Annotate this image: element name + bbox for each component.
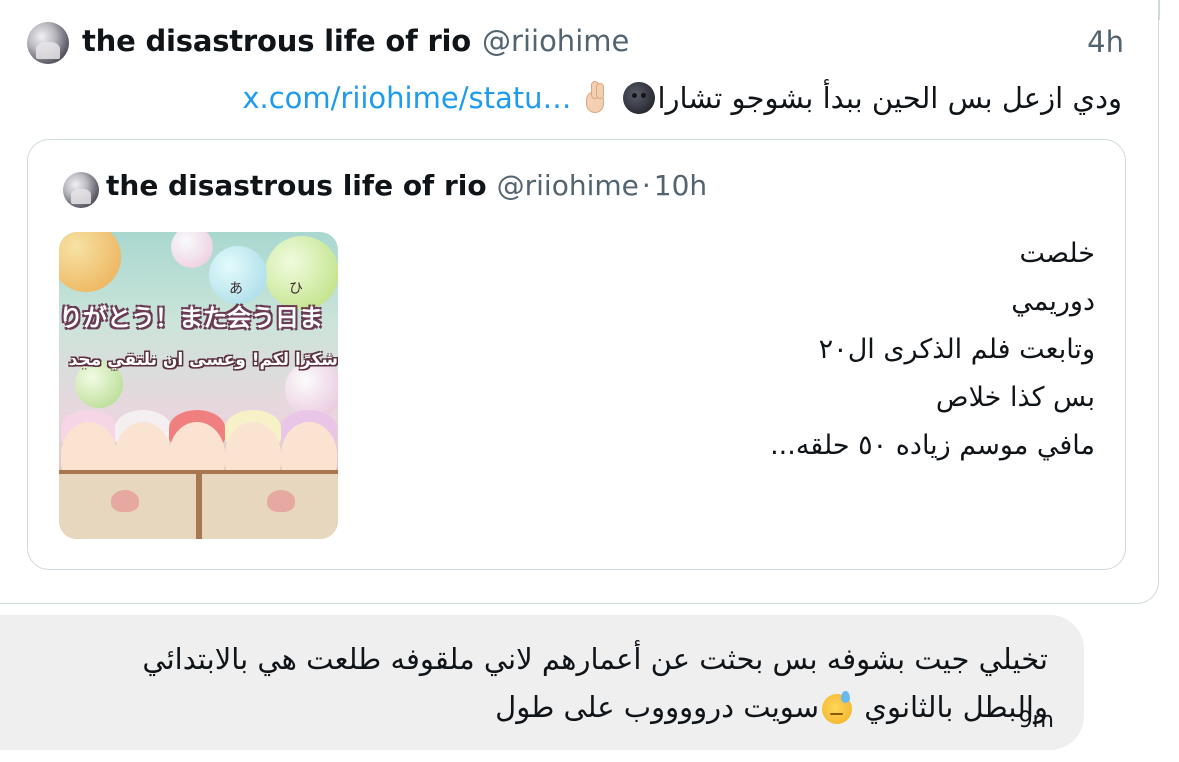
quote-author-display-name: the disastrous life of rio [106, 169, 487, 202]
reply-line-2: والبطل بالثانوي سويت درووووب على طول [8, 683, 1048, 731]
media-japanese-caption: りがとう！また会う日ま [59, 304, 323, 332]
quote-author-avatar [63, 172, 99, 208]
reply-line-1: تخيلي جيت بشوفه بس بحثت عن أعمارهم لاني … [142, 642, 1048, 676]
author-display-name[interactable]: the disastrous life of rio [82, 24, 471, 58]
quote-separator: · [641, 169, 651, 202]
reply-timestamp: 9m [1018, 708, 1054, 733]
tweet-body: ودي ازعل بس الحين ببدأ بشوجو تشارا [657, 81, 1122, 115]
reply-text: تخيلي جيت بشوفه بس بحثت عن أعمارهم لاني … [8, 635, 1048, 731]
quote-text: خلصت دوريمي وتابعت فلم الذكرى ال٢٠ بس كذ… [595, 230, 1095, 470]
media-furigana-a: あ [229, 281, 243, 297]
quote-line: مافي موسم زياده ٥٠ حلقه... [770, 430, 1095, 461]
media-arabic-caption: شكرًا لكم! وعسى ان نلتقي مجد [68, 350, 338, 370]
tweet-text: ودي ازعل بس الحين ببدأ بشوجو تشارا x.com… [242, 76, 1122, 120]
quoted-tweet-card[interactable]: the disastrous life of rio @riiohime · 1… [27, 139, 1126, 570]
tweet-header: the disastrous life of rio @riiohime [82, 24, 629, 64]
media-box-divider [196, 470, 202, 539]
tweet-link[interactable]: x.com/riiohime/statu… [242, 81, 571, 115]
quote-media-image[interactable]: あ ひ りがとう！また会う日ま شكرًا لكم! وعسى ان نلتقي… [59, 232, 338, 539]
downcast-sweat-face-emoji-icon [822, 691, 853, 724]
crossed-fingers-emoji-icon [583, 81, 607, 115]
embedded-tweet-card[interactable]: the disastrous life of rio @riiohime 4h … [0, 0, 1160, 604]
quote-line: وتابعت فلم الذكرى ال٢٠ [818, 334, 1095, 365]
quote-header: the disastrous life of rio @riiohime · 1… [106, 169, 707, 209]
reply-line-2-end: سويت درووووب على طول [495, 690, 820, 724]
author-handle[interactable]: @riiohime [482, 24, 629, 58]
media-bubble [171, 232, 213, 268]
tweet-timestamp[interactable]: 4h [1087, 25, 1124, 59]
author-avatar[interactable] [27, 22, 69, 64]
media-heart-icon [111, 490, 139, 512]
quote-author-handle: @riiohime [496, 169, 639, 202]
media-bubble [59, 232, 121, 292]
quote-timestamp: 10h [653, 169, 708, 202]
quote-line: دوريمي [1011, 286, 1095, 317]
media-heart-icon [267, 490, 295, 512]
reply-message-bubble[interactable]: تخيلي جيت بشوفه بس بحثت عن أعمارهم لاني … [0, 615, 1084, 750]
media-furigana-hi: ひ [289, 281, 303, 297]
quote-line: بس كذا خلاص [935, 382, 1095, 413]
new-moon-face-emoji-icon [623, 82, 656, 114]
quote-line: خلصت [1019, 238, 1095, 269]
